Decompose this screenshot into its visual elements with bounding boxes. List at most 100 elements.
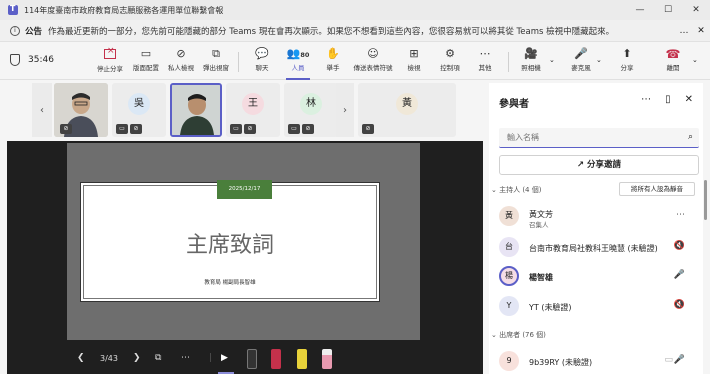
- more-options-icon[interactable]: …: [676, 26, 692, 36]
- chevron-right-icon[interactable]: ›: [336, 83, 354, 137]
- participant-row[interactable]: Y YT (未驗證) 🔇: [499, 296, 695, 320]
- participant-video: [172, 85, 220, 135]
- mic-off-icon: ⊘: [130, 124, 142, 134]
- slide-date-tag: 2025/12/17: [217, 180, 272, 199]
- share-button[interactable]: ⬆ 分享: [609, 46, 645, 76]
- title-bar: 114年度臺南市政府教育局志願服務各運用單位聯繫會報 — ☐ ✕: [0, 0, 710, 20]
- share-invite-button[interactable]: ↗ 分享邀請: [499, 155, 699, 175]
- slide-title: 主席致詞: [185, 233, 274, 258]
- pop-out-icon[interactable]: ▯: [665, 94, 671, 105]
- camera-button[interactable]: 🎥 照相機: [513, 46, 549, 76]
- screen-icon: ▭: [664, 355, 673, 365]
- participant-row[interactable]: 9 9b39RY (未驗證) ▭ 🎤: [499, 351, 695, 374]
- participant-row[interactable]: 黃 黃文芳 召集人 ⋯: [499, 206, 695, 230]
- layout-button[interactable]: ▭ 版面配置: [128, 46, 164, 76]
- avatar: Y: [499, 296, 519, 316]
- participant-name: 楊智雄: [529, 273, 553, 282]
- toolbar-divider: [238, 52, 239, 72]
- window-title: 114年度臺南市政府教育局志願服務各運用單位聯繫會報: [24, 5, 224, 15]
- pointer-icon[interactable]: ▶: [221, 353, 228, 363]
- chevron-left-icon[interactable]: ‹: [32, 83, 52, 137]
- pop-out-button[interactable]: ⧉ 彈出視窗: [198, 46, 234, 76]
- mic-muted-icon: 🔇: [673, 300, 685, 310]
- slide-counter: 3/43: [100, 354, 118, 363]
- mic-off-icon: ⊘: [302, 124, 314, 134]
- more-options-icon[interactable]: ⋯: [641, 94, 651, 105]
- stop-share-icon: [104, 46, 116, 59]
- mic-off-icon: 🎤: [574, 47, 588, 60]
- chevron-down-icon: ⌄: [491, 331, 500, 339]
- controls-button[interactable]: ⚙ 控制項: [432, 46, 468, 76]
- hang-up-icon: ☎: [665, 47, 681, 61]
- raise-hand-button[interactable]: ✋ 舉手: [315, 46, 351, 76]
- previous-slide-icon[interactable]: ❮: [77, 353, 85, 363]
- avatar: 吳: [128, 93, 150, 115]
- screen-icon: ▭: [288, 124, 300, 134]
- mic-off-icon: ⊘: [362, 124, 374, 134]
- chat-button[interactable]: 💬 聊天: [244, 46, 280, 76]
- layout-icon: ▭: [140, 47, 152, 60]
- minimize-button[interactable]: —: [626, 0, 654, 20]
- highlighter-icon[interactable]: [297, 349, 307, 369]
- slide-subtitle: 教育局 楊副局長智雄: [204, 280, 256, 286]
- maximize-button[interactable]: ☐: [654, 0, 682, 20]
- slide-grid-icon[interactable]: ⧉: [155, 353, 161, 363]
- screen-icon: ▭: [230, 124, 242, 134]
- chevron-down-icon[interactable]: ⌄: [692, 56, 698, 64]
- participant-row[interactable]: 楊 楊智雄 🎤: [499, 266, 695, 290]
- hand-icon: ✋: [326, 47, 340, 60]
- hosts-section-header[interactable]: ⌄ 主持人 (4 個): [491, 185, 541, 195]
- mic-off-icon: ⊘: [60, 124, 72, 134]
- next-slide-icon[interactable]: ❯: [133, 353, 141, 363]
- participant-tile-wu[interactable]: 吳 ▭ ⊘: [112, 83, 166, 137]
- avatar: 林: [300, 93, 322, 115]
- participant-tile-wang[interactable]: 王 ▭ ⊘: [226, 83, 280, 137]
- close-window-button[interactable]: ✕: [682, 0, 710, 20]
- more-icon[interactable]: ⋯: [181, 353, 190, 363]
- eraser-icon[interactable]: [322, 349, 332, 369]
- pen-red-icon[interactable]: [271, 349, 281, 369]
- participant-row[interactable]: 台 台南市教育局社教科王曉慧 (未驗證) 🔇: [499, 237, 695, 261]
- participant-search-input[interactable]: [499, 128, 679, 146]
- announcement-text: 作為最近更新的一部分，您先前可能隱藏的部分 Teams 現在會再次顯示。如果您不…: [48, 26, 615, 37]
- chevron-down-icon[interactable]: ⌄: [596, 56, 602, 64]
- stop-share-button[interactable]: 停止分享: [92, 46, 128, 76]
- view-button[interactable]: ⊞ 檢視: [396, 46, 432, 76]
- panel-scrollbar[interactable]: [704, 180, 707, 220]
- close-icon[interactable]: ✕: [685, 94, 693, 105]
- participant-tile-lin[interactable]: 林 ▭ ⊘: [284, 83, 338, 137]
- pop-out-icon: ⧉: [212, 47, 220, 60]
- emoji-icon: ☺: [367, 47, 379, 60]
- avatar: 黃: [499, 206, 519, 226]
- pen-black-icon[interactable]: [247, 349, 257, 369]
- participant-name: YT (未驗證): [529, 303, 572, 312]
- meeting-toolbar: 35:46 停止分享 ▭ 版面配置 ⊘ 私人檢視 ⧉ 彈出視窗 💬 聊天 👥80…: [0, 42, 710, 80]
- participant-tile-huang[interactable]: 黃 ⊘: [358, 83, 456, 137]
- participant-name: 台南市教育局社教科王曉慧 (未驗證): [529, 244, 658, 253]
- microphone-button[interactable]: 🎤 麥克風: [563, 46, 599, 76]
- video-tile-active[interactable]: [170, 83, 222, 137]
- announcement-label: 公告: [25, 26, 43, 37]
- send-reaction-button[interactable]: ☺ 傳送表情符號: [354, 46, 393, 76]
- slide-title-card: 主席致詞 教育局 楊副局長智雄: [80, 182, 380, 302]
- search-field[interactable]: ⌕: [499, 128, 699, 148]
- panel-title: 參與者: [499, 99, 529, 110]
- chevron-down-icon[interactable]: ⌄: [549, 56, 555, 64]
- search-icon: ⌕: [687, 132, 693, 142]
- avatar: 楊: [499, 266, 519, 286]
- chat-icon: 💬: [255, 47, 269, 60]
- more-button[interactable]: ⋯ 其他: [467, 46, 503, 76]
- video-tile[interactable]: ⊘: [54, 83, 108, 137]
- people-button[interactable]: 👥80 人員: [280, 46, 316, 80]
- dismiss-announcement-button[interactable]: ✕: [692, 26, 710, 36]
- chevron-down-icon: ⌄: [491, 186, 500, 194]
- slide: 主席致詞 教育局 楊副局長智雄 2025/12/17: [67, 143, 420, 340]
- private-view-button[interactable]: ⊘ 私人檢視: [163, 46, 199, 76]
- more-options-icon[interactable]: ⋯: [676, 210, 685, 220]
- leave-button[interactable]: ☎ 離開: [655, 46, 691, 76]
- shield-icon: [10, 54, 20, 66]
- attendees-section-header[interactable]: ⌄ 出席者 (76 個): [491, 330, 546, 340]
- camera-off-icon: 🎥: [524, 47, 538, 60]
- mute-all-button[interactable]: 將所有人設為靜音: [619, 182, 695, 196]
- mic-muted-icon: 🔇: [673, 241, 685, 251]
